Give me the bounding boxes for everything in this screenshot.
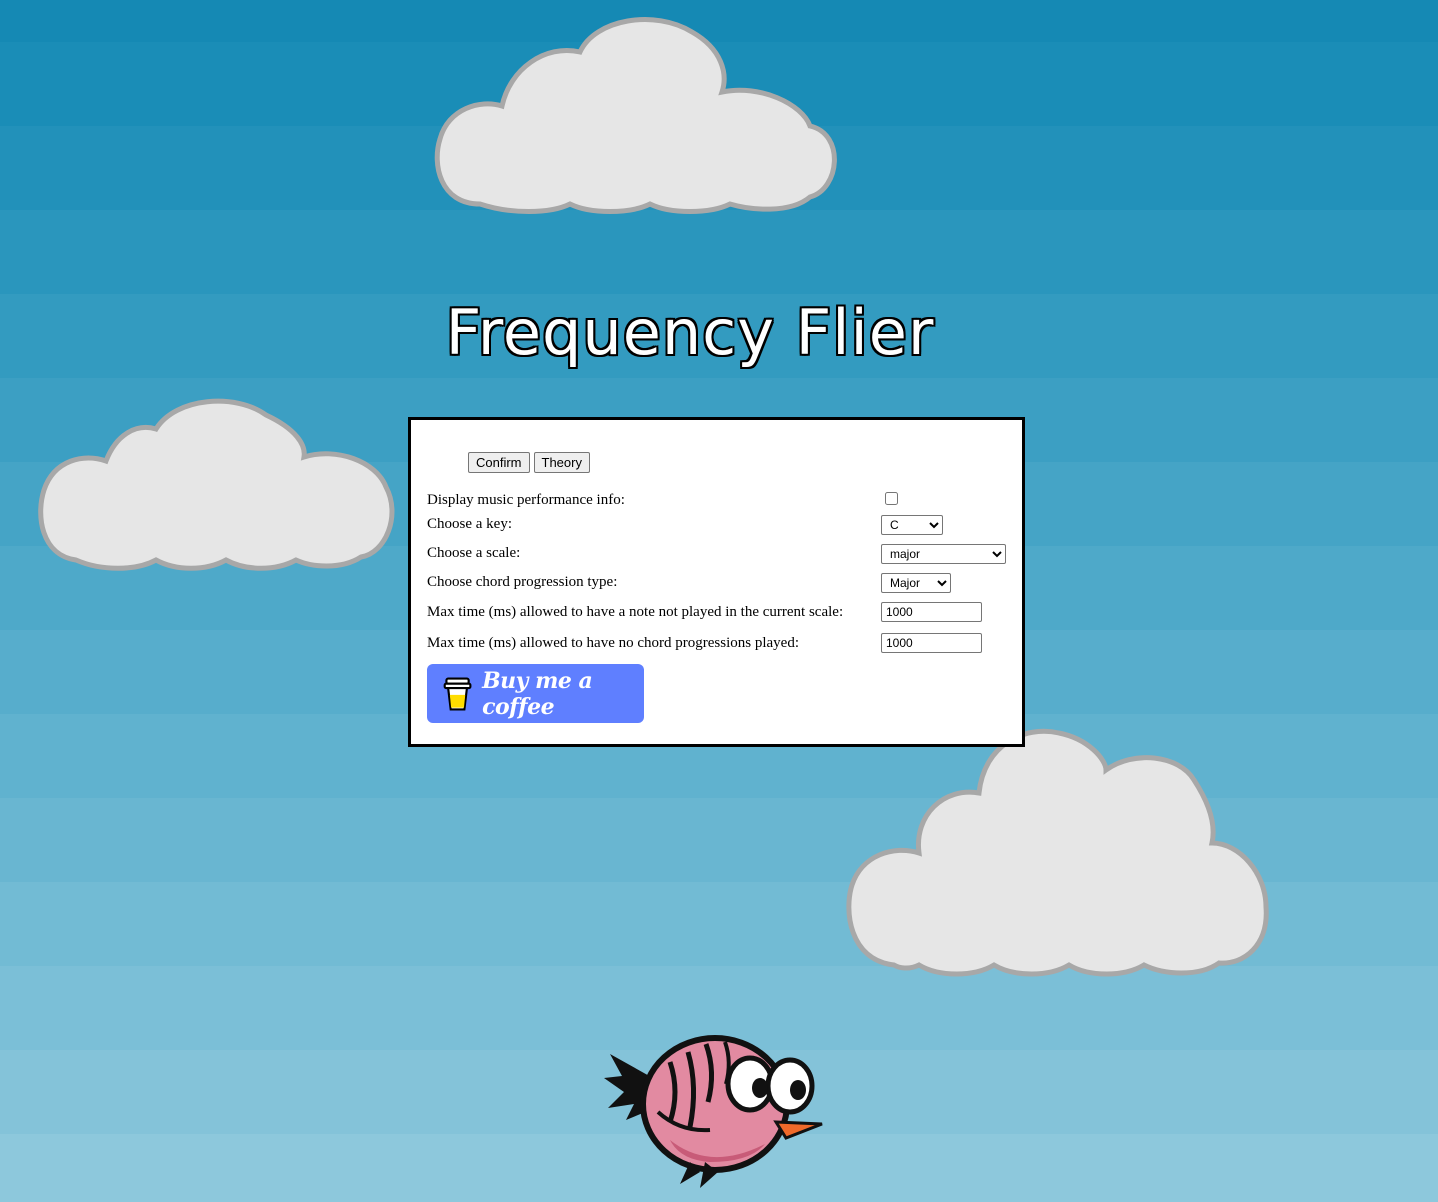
theory-button[interactable]: Theory: [533, 452, 590, 473]
cloud-top: [434, 17, 837, 214]
buy-me-a-coffee-button[interactable]: Buy me a coffee: [427, 664, 644, 723]
confirm-button[interactable]: Confirm: [468, 452, 530, 473]
max-note-input[interactable]: [881, 602, 982, 622]
button-row: Confirm Theory: [468, 452, 590, 473]
scale-select[interactable]: major: [881, 544, 1006, 564]
game-title: Frequency Flier: [445, 296, 935, 369]
key-label: Choose a key:: [427, 516, 512, 532]
cloud-right: [846, 728, 1269, 977]
max-note-label: Max time (ms) allowed to have a note not…: [427, 604, 844, 620]
chord-select[interactable]: Major: [881, 573, 951, 593]
max-chord-label: Max time (ms) allowed to have no chord p…: [427, 635, 799, 651]
settings-panel: Confirm Theory Display music performance…: [408, 417, 1025, 747]
coffee-cup-icon: [443, 677, 472, 710]
cloud-left: [38, 398, 395, 571]
chord-label: Choose chord progression type:: [427, 574, 618, 590]
buy-me-a-coffee-label: Buy me a coffee: [482, 667, 593, 720]
key-select[interactable]: C: [881, 515, 943, 535]
bird-sprite: [604, 1035, 823, 1188]
display-info-checkbox[interactable]: [885, 492, 898, 505]
display-info-label: Display music performance info:: [427, 492, 625, 508]
max-chord-input[interactable]: [881, 633, 982, 653]
scale-label: Choose a scale:: [427, 545, 521, 561]
